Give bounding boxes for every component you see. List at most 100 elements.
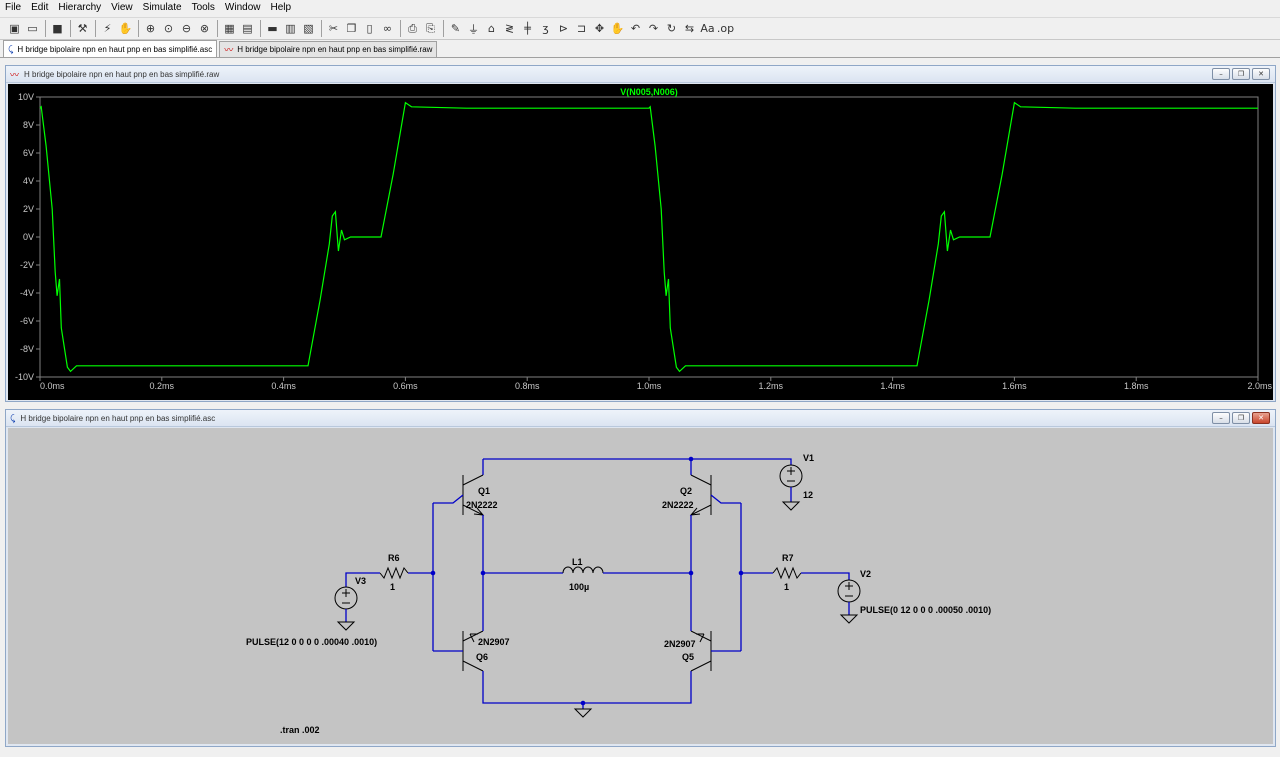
menu-window[interactable]: Window [220,0,266,16]
print-icon[interactable]: ⎘ [422,20,439,37]
cascade-icon[interactable]: ▧ [300,20,317,37]
zoom-out-icon[interactable]: ⊖ [178,20,195,37]
control-panel-icon[interactable]: ⚒ [74,20,91,37]
restore-button[interactable]: ❐ [1232,412,1250,424]
tab-waveform[interactable]: 〰 H bridge bipolaire npn en haut pnp en … [219,41,438,57]
resistor-icon[interactable]: ≷ [501,20,518,37]
schematic-canvas[interactable]: V1 12 Q1 2N2222 2N2907 Q6 R6 1 V3 PULSE(… [8,428,1273,744]
drag-icon[interactable]: ✋ [609,20,626,37]
grid-icon[interactable]: ▤ [239,20,256,37]
zoom-in-icon[interactable]: ⊕ [142,20,159,37]
paste-icon[interactable]: ▯ [361,20,378,37]
y-tick-label: 10V [18,92,34,102]
tab-schematic[interactable]: ⤹ H bridge bipolaire npn en haut pnp en … [3,40,218,57]
q6-model: 2N2907 [478,637,510,647]
zoom-pan-icon[interactable]: ⊙ [160,20,177,37]
copy-icon[interactable]: ❐ [343,20,360,37]
mirror-icon[interactable]: ⇆ [681,20,698,37]
open-folder-icon[interactable]: ▭ [24,20,41,37]
inductor-l1[interactable] [562,566,604,574]
zoom-fit-icon[interactable]: ⊗ [196,20,213,37]
menu-edit[interactable]: Edit [26,0,53,16]
y-tick-label: 0V [23,232,34,242]
menu-tools[interactable]: Tools [187,0,220,16]
halt-icon[interactable]: ✋ [117,20,134,37]
plot-pane[interactable]: 10V 8V 6V 4V 2V 0V -2V -4V -6V -8V -10V 0.0ms 0.2ms 0… [8,84,1273,400]
y-tick-label: -8V [20,344,34,354]
v1-polarity-icon [787,467,795,482]
menu-view[interactable]: View [106,0,138,16]
tile-vertical-icon[interactable]: ▥ [282,20,299,37]
tile-horizontal-icon[interactable]: ▬ [264,20,281,37]
schematic-icon: ⤹ [10,412,16,423]
label-net-icon[interactable]: ⌂ [483,20,500,37]
close-button[interactable]: ✕ [1252,412,1270,424]
waveform-plot[interactable]: 10V 8V 6V 4V 2V 0V -2V -4V -6V -8V -10V 0.0ms 0.2ms 0… [8,84,1273,400]
resistor-r7[interactable] [772,566,802,580]
text-icon[interactable]: Aa [699,20,716,37]
draw-wire-icon[interactable]: ✎ [447,20,464,37]
schematic-window-title: H bridge bipolaire npn en haut pnp en ba… [20,413,216,423]
menu-file[interactable]: File [0,0,26,16]
v1-name: V1 [803,453,814,463]
transistor-q5[interactable] [690,630,712,672]
ground-icon [781,501,801,511]
trace-label: V(N005,N006) [620,87,678,97]
find-icon[interactable]: ∞ [379,20,396,37]
component-icon[interactable]: ⊐ [573,20,590,37]
v3-value: PULSE(12 0 0 0 0 .00040 .0010) [246,637,377,647]
schematic-drawing[interactable]: V1 12 Q1 2N2222 2N2907 Q6 R6 1 V3 PULSE(… [8,428,1273,744]
x-tick-label: 1.6ms [1002,381,1027,391]
schematic-window: ⤹ H bridge bipolaire npn en haut pnp en … [5,409,1276,747]
move-icon[interactable]: ✥ [591,20,608,37]
rotate-icon[interactable]: ↻ [663,20,680,37]
autorange-icon[interactable]: ▦ [221,20,238,37]
wire-q6-collector[interactable] [482,671,692,704]
q5-name: Q5 [682,652,694,662]
diode-icon[interactable]: ⊳ [555,20,572,37]
wire-q2-base[interactable] [710,494,741,504]
restore-button[interactable]: ❐ [1232,68,1250,80]
wire-q1-base[interactable] [433,494,464,504]
tab-schematic-label: H bridge bipolaire npn en haut pnp en ba… [17,44,213,54]
capacitor-icon[interactable]: ╪ [519,20,536,37]
resistor-r6[interactable] [379,566,409,580]
waveform-icon: 〰 [10,69,20,80]
toolbar-separator [443,20,444,37]
print-preview-icon[interactable]: ⎙ [404,20,421,37]
q2-name: Q2 [680,486,692,496]
cut-icon[interactable]: ✂ [325,20,342,37]
ground-icon [839,614,859,624]
document-tab-bar: ⤹ H bridge bipolaire npn en haut pnp en … [0,40,1280,58]
run-icon[interactable]: ⚡ [99,20,116,37]
inductor-icon[interactable]: ʒ [537,20,554,37]
new-schematic-icon[interactable]: ▣ [6,20,23,37]
menu-simulate[interactable]: Simulate [138,0,187,16]
l1-name: L1 [572,557,583,567]
x-tick-label: 2.0ms [1247,381,1272,391]
q1-model: 2N2222 [466,500,498,510]
toolbar-separator [138,20,139,37]
redo-icon[interactable]: ↷ [645,20,662,37]
waveform-window-titlebar[interactable]: 〰 H bridge bipolaire npn en haut pnp en … [6,66,1275,83]
toolbar-separator [260,20,261,37]
minimize-button[interactable]: – [1212,412,1230,424]
menu-help[interactable]: Help [266,0,297,16]
schematic-window-titlebar[interactable]: ⤹ H bridge bipolaire npn en haut pnp en … [6,410,1275,427]
v3-name: V3 [355,576,366,586]
x-tick-label: 0.8ms [515,381,540,391]
ground-icon[interactable]: ⏚ [465,20,482,37]
wire-r7-right[interactable] [801,572,850,580]
wire-top-rail[interactable] [482,458,792,475]
save-icon[interactable]: ■ [49,20,66,37]
undo-icon[interactable]: ↶ [627,20,644,37]
r6-name: R6 [388,553,400,563]
transistor-q2[interactable] [690,474,712,516]
spice-directive-icon[interactable]: .op [717,20,734,37]
spice-directive[interactable]: .tran .002 [280,725,320,735]
close-button[interactable]: ✕ [1252,68,1270,80]
menu-hierarchy[interactable]: Hierarchy [53,0,106,16]
toolbar-separator [321,20,322,37]
x-tick-label: 0.2ms [150,381,175,391]
minimize-button[interactable]: – [1212,68,1230,80]
